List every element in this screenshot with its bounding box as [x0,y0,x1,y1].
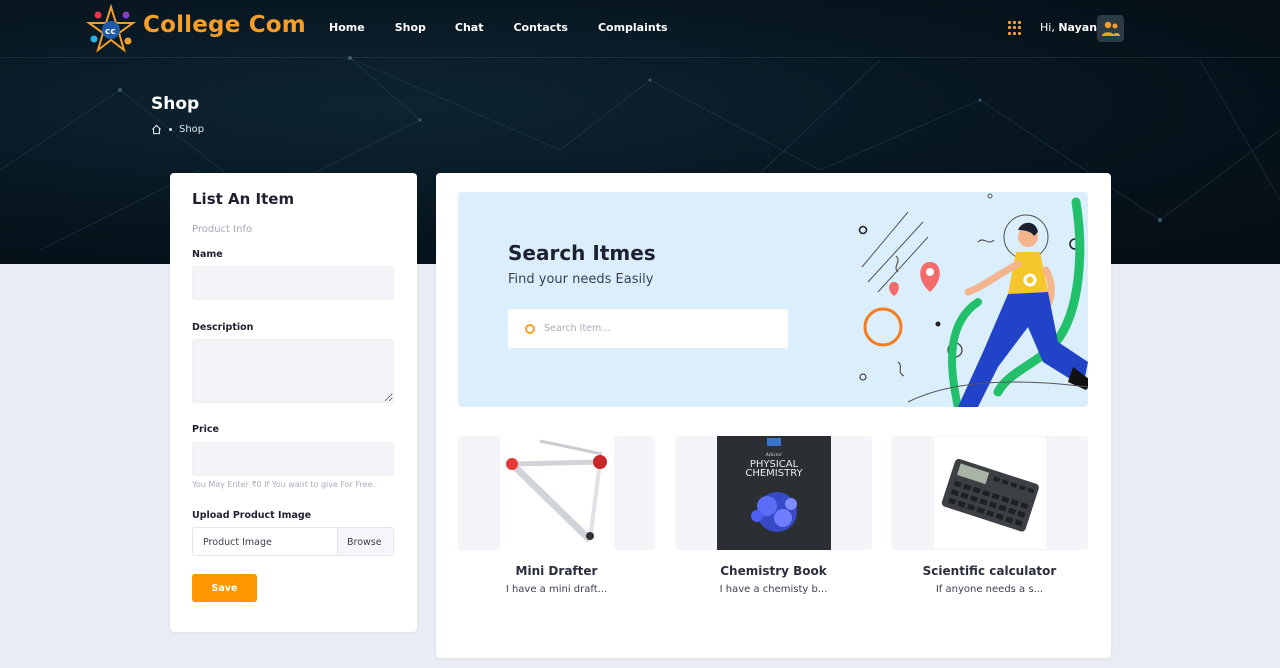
product-description: If anyone needs a s... [935,584,1044,595]
product-image-wrapper [891,436,1088,550]
user-name: Nayan [1058,21,1098,34]
list-item-card: List An Item Product Info Name Descripti… [170,173,417,632]
product-description: I have a chemisty b... [719,584,828,595]
product-image-wrapper: Atkins' PHYSICAL CHEMISTRY [675,436,872,550]
search-input[interactable] [544,323,744,334]
product-image-wrapper [458,436,655,550]
nav-contacts[interactable]: Contacts [513,21,567,34]
nav-chat[interactable]: Chat [455,21,484,34]
nav-complaints[interactable]: Complaints [598,21,668,34]
nav-home[interactable]: Home [329,21,365,34]
svg-text:CHEMISTRY: CHEMISTRY [745,468,803,479]
file-name-text[interactable]: Product Image [193,528,337,555]
avatar[interactable] [1097,15,1124,42]
search-icon [525,323,535,334]
product-title[interactable]: Mini Drafter [458,564,655,578]
page-title: Shop [151,94,200,114]
browse-button[interactable]: Browse [337,528,393,555]
product-card-chemistry-book[interactable]: Atkins' PHYSICAL CHEMISTRY Chemistry Boo… [675,436,872,595]
product-description: I have a mini draft... [505,584,608,595]
breadcrumb-current: Shop [179,124,205,135]
user-greeting: Hi, Nayan [1040,21,1097,34]
greeting-prefix: Hi, [1040,21,1055,34]
home-icon[interactable] [151,124,162,135]
product-card-mini-drafter[interactable]: Mini Drafter I have a mini draft... [458,436,655,595]
nav-shop[interactable]: Shop [395,21,426,34]
product-info-heading: Product Info [192,224,253,235]
svg-text:Atkins': Atkins' [764,452,782,458]
apps-grid-icon[interactable] [1008,21,1022,35]
list-item-title: List An Item [192,190,295,208]
shop-card: Search Itmes Find your needs Easily Sear… [436,173,1111,658]
search-subtitle: Find your needs Easily [508,272,654,287]
top-navbar: cc College Com Home Shop Chat Contacts C… [0,0,1280,58]
description-label: Description [192,322,254,333]
brand-name[interactable]: College Com [143,12,306,38]
main-nav: Home Shop Chat Contacts Complaints [329,21,668,34]
product-image-file-input[interactable]: Product Image Browse [192,527,394,556]
scientific-calculator-image[interactable] [932,436,1047,550]
search-title: Search Itmes [508,241,656,265]
svg-text:cc: cc [105,27,116,37]
mini-drafter-image[interactable] [499,436,614,550]
running-person-illustration [858,193,1088,407]
college-com-logo-icon: cc [85,3,137,53]
price-label: Price [192,424,219,435]
breadcrumb-separator [169,128,172,131]
save-button[interactable]: Save [192,574,257,602]
product-title[interactable]: Scientific calculator [891,564,1088,578]
product-title[interactable]: Chemistry Book [675,564,872,578]
description-textarea[interactable] [192,339,394,403]
name-input[interactable] [192,266,394,300]
price-hint: You May Enter ₹0 If You want to give For… [192,480,376,489]
users-icon [1101,21,1120,36]
chemistry-book-image[interactable]: Atkins' PHYSICAL CHEMISTRY [716,436,831,550]
upload-image-label: Upload Product Image [192,510,312,521]
name-label: Name [192,249,223,260]
breadcrumb: Shop [151,124,204,135]
search-box[interactable] [508,309,788,348]
search-banner: Search Itmes Find your needs Easily [458,192,1088,407]
price-input[interactable] [192,442,394,476]
product-card-scientific-calculator[interactable]: Scientific calculator If anyone needs a … [891,436,1088,595]
